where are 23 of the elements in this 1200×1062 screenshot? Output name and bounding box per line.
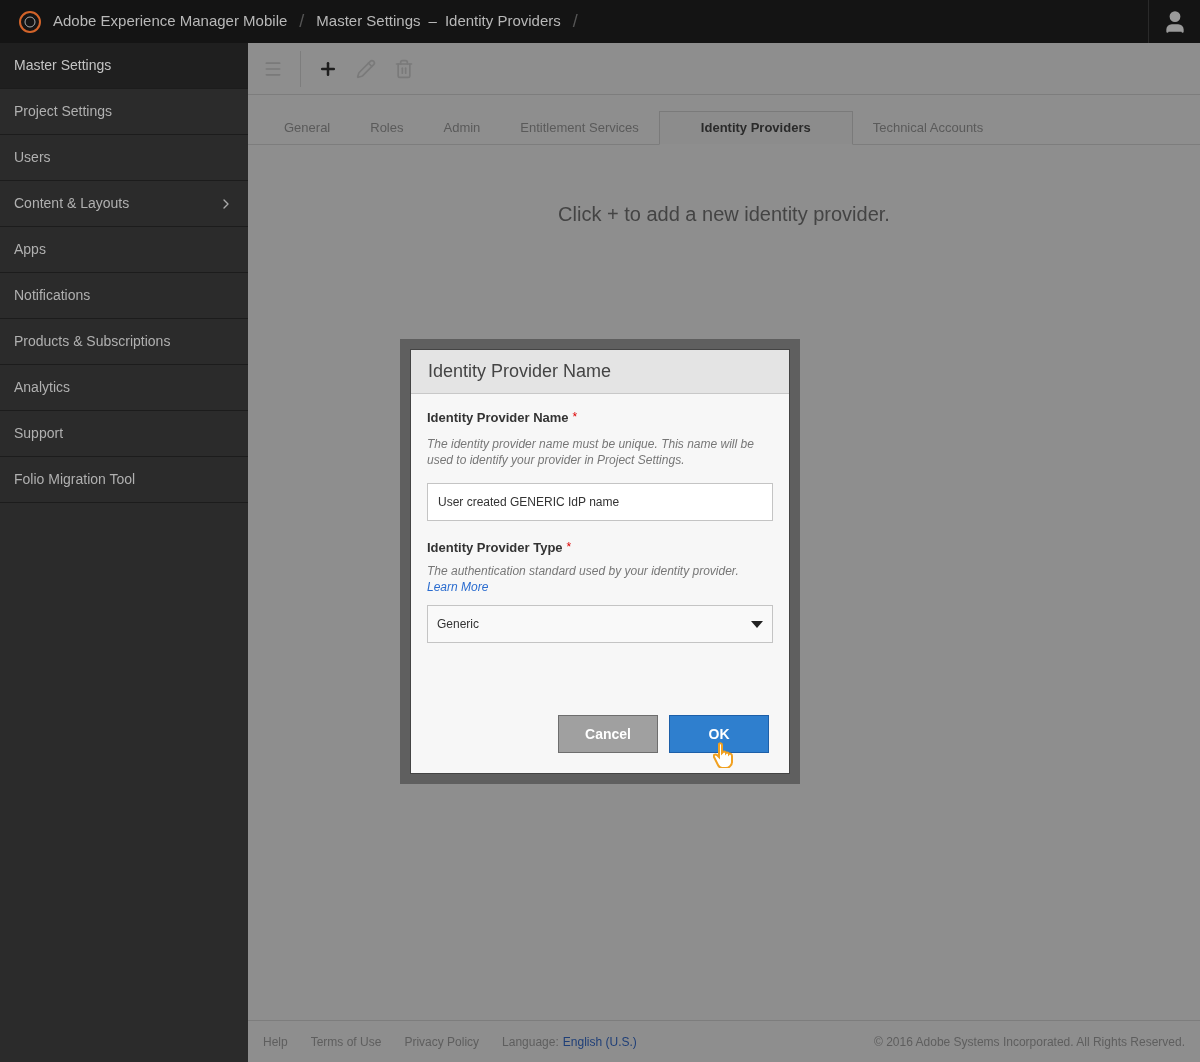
field-label: Identity Provider Name [427,409,569,427]
empty-state-message: Click + to add a new identity provider. [558,202,890,227]
breadcrumb-item[interactable]: Master Settings [316,10,421,33]
ok-button[interactable]: OK [669,715,769,753]
breadcrumb-dash: – [428,11,437,32]
breadcrumb-item[interactable]: Identity Providers [444,10,561,33]
tab[interactable]: Identity Providers [658,111,853,145]
required-mark: * [566,538,572,556]
breadcrumb-separator: / [299,10,305,33]
name-input-field[interactable]: User created GENERIC IdP name [427,482,773,521]
breadcrumb-separator: / [572,10,578,33]
required-mark: * [572,409,578,426]
field-label: Identity Provider Type [427,538,563,557]
type-dropdown[interactable]: Generic [427,605,773,643]
field-help-text: The identity provider name must be unique. This name will be used to identify your provider in Project Settings. [427,435,755,468]
hand-cursor-icon [713,742,733,768]
logo-icon [19,10,41,33]
dialog-title: Identity Provider Name [428,360,612,383]
learn-more-link[interactable]: Learn More [427,579,489,595]
dropdown-caret-icon [751,620,763,628]
app-title: Adobe Experience Manager Mobile [53,11,288,32]
field-help-text: The authentication standard used by your identity provider. [427,563,740,579]
sidebar-item[interactable]: Master Settings [0,43,248,89]
